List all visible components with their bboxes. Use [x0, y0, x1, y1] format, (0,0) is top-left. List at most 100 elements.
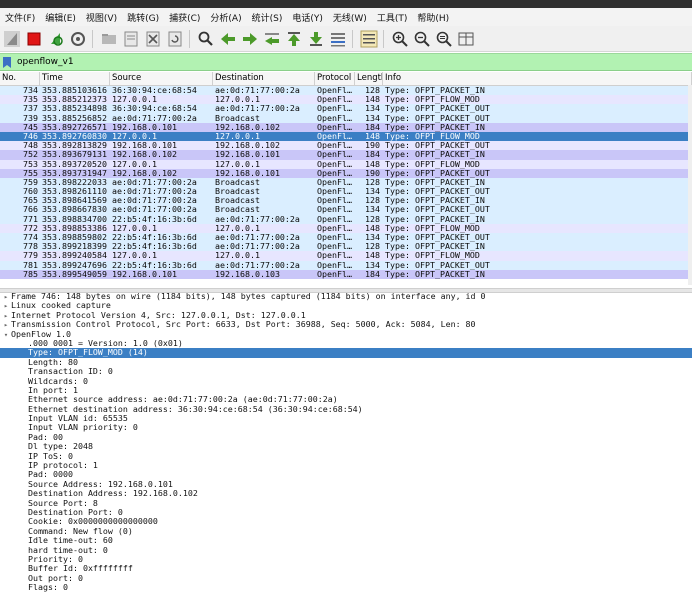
packet-row[interactable]: 774 353.898859802 22:b5:4f:16:3b:6d ae:0d:7… — [0, 233, 692, 243]
column-header-info[interactable]: Info — [383, 72, 692, 85]
detail-tree-item[interactable]: Length: 80 — [0, 358, 692, 367]
menu-telephony[interactable]: 电话(Y) — [287, 11, 328, 24]
packet-row[interactable]: 779 353.899240584 127.0.0.1 127.0.0.1 OpenFl… — [0, 251, 692, 261]
expand-arrow-right-icon[interactable]: ▸ — [1, 321, 11, 329]
column-header-length[interactable]: Length — [355, 72, 383, 85]
packet-list-scrollbar[interactable] — [688, 85, 692, 285]
packet-row[interactable]: 759 353.898222033 ae:0d:71:77:00:2a Broadca… — [0, 177, 692, 188]
open-file-icon[interactable] — [99, 29, 119, 49]
detail-tree-item[interactable]: IP ToS: 0 — [0, 452, 692, 461]
packet-row[interactable]: 760 353.898261110 ae:0d:71:77:00:2a Broadca… — [0, 187, 692, 197]
save-file-icon[interactable] — [121, 29, 141, 49]
find-packet-icon[interactable] — [196, 29, 216, 49]
packet-row[interactable]: 785 353.899549059 192.168.0.101 192.168.0.1… — [0, 269, 692, 279]
detail-tree-item[interactable]: ▸ Internet Protocol Version 4, Src: 127.0… — [0, 311, 692, 320]
detail-tree-item[interactable]: Dl type: 2048 — [0, 442, 692, 451]
packet-row[interactable]: 781 353.899247696 22:b5:4f:16:3b:6d ae:0d:7… — [0, 260, 692, 270]
detail-tree-item[interactable]: ▾ OpenFlow 1.0 — [0, 330, 692, 339]
detail-tree-item[interactable]: hard time-out: 0 — [0, 546, 692, 555]
colorize-icon[interactable] — [359, 29, 379, 49]
column-header-destination[interactable]: Destination — [213, 72, 315, 85]
expand-arrow-right-icon[interactable]: ▸ — [1, 293, 11, 301]
packet-row[interactable]: 745 353.892726571 192.168.0.101 192.168.0.1… — [0, 122, 692, 132]
packet-row[interactable]: 766 353.898667830 ae:0d:71:77:00:2a Broadca… — [0, 205, 692, 215]
restart-capture-icon[interactable] — [46, 29, 66, 49]
packet-row[interactable]: 737 353.885234898 36:30:94:ce:68:54 ae:0d:7… — [0, 104, 692, 114]
column-header-source[interactable]: Source — [110, 72, 213, 85]
detail-tree-item[interactable]: Input VLAN priority: 0 — [0, 423, 692, 432]
menu-wireless[interactable]: 无线(W) — [328, 11, 372, 24]
menu-help[interactable]: 帮助(H) — [412, 11, 454, 24]
start-capture-icon[interactable] — [2, 29, 22, 49]
zoom-normal-icon[interactable] — [434, 29, 454, 49]
expand-arrow-down-icon[interactable]: ▾ — [1, 331, 11, 339]
packet-row[interactable]: 753 353.893720520 127.0.0.1 127.0.0.1 OpenFl… — [0, 159, 692, 169]
cell-time: 353.898834700 — [42, 214, 107, 224]
detail-tree-item[interactable]: Cookie: 0x0000000000000000 — [0, 517, 692, 526]
detail-tree-item[interactable]: Pad: 00 — [0, 433, 692, 442]
detail-tree-item[interactable]: ▸ Linux cooked capture — [0, 301, 692, 310]
zoom-out-icon[interactable] — [412, 29, 432, 49]
column-header-protocol[interactable]: Protocol — [315, 72, 355, 85]
detail-tree-item[interactable]: Destination Port: 0 — [0, 508, 692, 517]
menu-go[interactable]: 跳转(G) — [122, 11, 164, 24]
menu-tools[interactable]: 工具(T) — [372, 11, 413, 24]
bookmark-icon[interactable] — [3, 56, 13, 68]
go-back-icon[interactable] — [218, 29, 238, 49]
packet-row[interactable]: 765 353.898641569 ae:0d:71:77:00:2a Broadca… — [0, 196, 692, 206]
menu-capture[interactable]: 捕获(C) — [164, 11, 205, 24]
detail-tree-item[interactable]: Command: New flow (0) — [0, 527, 692, 536]
reload-file-icon[interactable] — [165, 29, 185, 49]
detail-tree-item[interactable]: Priority: 0 — [0, 555, 692, 564]
detail-tree-item[interactable]: Source Address: 192.168.0.101 — [0, 480, 692, 489]
detail-tree-item[interactable]: ▸ Transmission Control Protocol, Src Port… — [0, 320, 692, 329]
packet-row[interactable]: 755 353.893731947 192.168.0.102 192.168.0.1… — [0, 168, 692, 178]
packet-row[interactable]: 734 353.885103616 36:30:94:ce:68:54 ae:0d:7… — [0, 86, 692, 96]
detail-tree-item[interactable]: Pad: 0000 — [0, 470, 692, 479]
expand-arrow-right-icon[interactable]: ▸ — [1, 312, 11, 320]
packet-row[interactable]: 748 353.892813829 192.168.0.101 192.168.0.1… — [0, 141, 692, 151]
detail-tree-item[interactable]: Transaction ID: 0 — [0, 367, 692, 376]
expand-arrow-right-icon[interactable]: ▸ — [1, 302, 11, 310]
packet-row[interactable]: 778 353.899218399 22:b5:4f:16:3b:6d ae:0d:7… — [0, 242, 692, 252]
go-last-icon[interactable] — [306, 29, 326, 49]
menu-analyze[interactable]: 分析(A) — [205, 11, 246, 24]
detail-tree-item[interactable]: Ethernet destination address: 36:30:94:c… — [0, 405, 692, 414]
packet-row[interactable]: 772 353.898853386 127.0.0.1 127.0.0.1 OpenFl… — [0, 223, 692, 233]
packet-row[interactable]: 752 353.893679131 192.168.0.102 192.168.0.1… — [0, 150, 692, 160]
detail-tree-item[interactable]: Out port: 0 — [0, 574, 692, 583]
display-filter-input[interactable] — [17, 57, 617, 67]
go-to-packet-icon[interactable] — [262, 29, 282, 49]
menu-file[interactable]: 文件(F) — [0, 11, 40, 24]
stop-capture-icon[interactable] — [24, 29, 44, 49]
detail-tree-item[interactable]: Input VLAN id: 65535 — [0, 414, 692, 423]
packet-row[interactable]: 739 353.885256852 ae:0d:71:77:00:2a Broadca… — [0, 113, 692, 123]
close-file-icon[interactable] — [143, 29, 163, 49]
detail-tree-item[interactable]: Flags: 0 — [0, 583, 692, 592]
detail-tree-item[interactable]: Source Port: 8 — [0, 499, 692, 508]
detail-tree-item[interactable]: ▸ Frame 746: 148 bytes on wire (1184 bits… — [0, 292, 692, 301]
go-forward-icon[interactable] — [240, 29, 260, 49]
go-first-icon[interactable] — [284, 29, 304, 49]
detail-tree-item[interactable]: Wildcards: 0 — [0, 377, 692, 386]
resize-columns-icon[interactable] — [456, 29, 476, 49]
zoom-in-icon[interactable] — [390, 29, 410, 49]
menu-edit[interactable]: 编辑(E) — [40, 11, 81, 24]
packet-row[interactable]: 746 353.892760830 127.0.0.1 127.0.0.1 OpenFl… — [0, 131, 692, 142]
detail-tree-item[interactable]: In port: 1 — [0, 386, 692, 395]
column-header-no[interactable]: No. — [0, 72, 40, 85]
packet-row[interactable]: 735 353.885212373 127.0.0.1 127.0.0.1 OpenFl… — [0, 95, 692, 105]
packet-row[interactable]: 771 353.898834700 22:b5:4f:16:3b:6d ae:0d:7… — [0, 214, 692, 224]
detail-tree-item[interactable]: Type: OFPT_FLOW_MOD (14) — [0, 348, 692, 358]
menu-view[interactable]: 视图(V) — [81, 11, 122, 24]
auto-scroll-icon[interactable] — [328, 29, 348, 49]
detail-tree-item[interactable]: .000 0001 = Version: 1.0 (0x01) — [0, 339, 692, 348]
capture-options-icon[interactable] — [68, 29, 88, 49]
column-header-time[interactable]: Time — [40, 72, 110, 85]
menu-statistics[interactable]: 统计(S) — [247, 11, 288, 24]
detail-tree-item[interactable]: Idle time-out: 60 — [0, 536, 692, 545]
detail-tree-item[interactable]: IP protocol: 1 — [0, 461, 692, 470]
detail-tree-item[interactable]: Ethernet source address: ae:0d:71:77:00:… — [0, 395, 692, 404]
detail-tree-item[interactable]: Destination Address: 192.168.0.102 — [0, 489, 692, 498]
detail-tree-item[interactable]: Buffer Id: 0xffffffff — [0, 564, 692, 573]
